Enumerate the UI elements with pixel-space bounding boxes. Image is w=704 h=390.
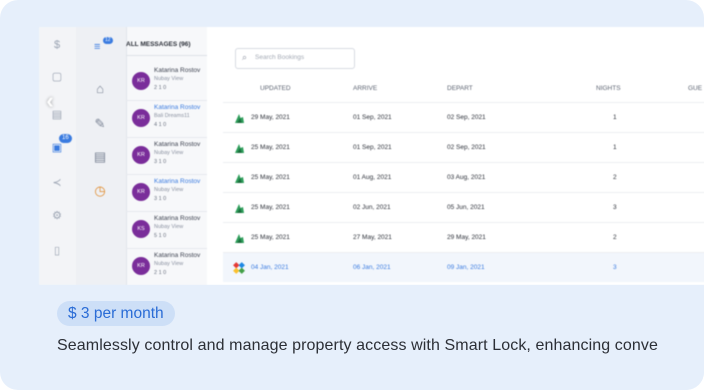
message-meta: 3 1 0 (154, 159, 167, 165)
inbox-icon[interactable]: ≡ (94, 41, 100, 53)
arrive-date: 27 May, 2021 (353, 234, 392, 241)
nights-count: 2 (613, 234, 617, 241)
message-item[interactable]: KR Katarina Rostov Nubay View 2 1 0 (126, 249, 216, 285)
channel-logo-icon (233, 262, 245, 274)
property-name: Nubay View (154, 150, 184, 156)
search-placeholder: Search Bookings (255, 54, 305, 61)
chevron-left-icon[interactable]: ‹ (39, 88, 61, 114)
edit-icon[interactable]: ✎ (92, 116, 108, 132)
channel-logo-icon (235, 144, 244, 153)
gear-icon[interactable]: ⚙ (49, 208, 65, 224)
property-name: Bali Dreams11 (154, 113, 190, 119)
bookings-table: ⌕ Search Bookings UPDATED ARRIVE DEPART … (207, 27, 704, 285)
message-meta: 2 1 0 (154, 85, 167, 91)
property-name: Nubay View (154, 187, 184, 193)
image-icon[interactable]: ▢ (49, 69, 65, 85)
arrive-date: 01 Aug, 2021 (353, 174, 392, 181)
message-meta: 4 1 0 (154, 122, 167, 128)
property-name: Nubay View (154, 224, 184, 230)
column-header-guests[interactable]: GUE (688, 85, 702, 92)
channel-logo-icon (235, 114, 244, 123)
nights-count: 1 (613, 114, 617, 121)
sender-name: Katarina Rostov (154, 67, 201, 74)
depart-date: 03 Aug, 2021 (447, 174, 486, 181)
feature-description: Seamlessly control and manage property a… (57, 337, 658, 354)
message-item[interactable]: KR Katarina Rostov Nubay View 2 1 0 (126, 64, 216, 101)
channel-logo-icon (235, 234, 244, 243)
nights-count: 2 (613, 174, 617, 181)
clock-icon[interactable]: ◷ (92, 183, 108, 199)
column-header-depart[interactable]: DEPART (447, 85, 473, 92)
sender-name: Katarina Rostov (154, 104, 201, 111)
depart-date: 02 Sep, 2021 (447, 114, 486, 121)
updated-date: 25 May, 2021 (251, 204, 290, 211)
arrive-date: 01 Sep, 2021 (353, 144, 392, 151)
filter-icon[interactable]: ⌂ (92, 81, 108, 97)
share-icon[interactable]: ≺ (49, 175, 65, 191)
message-item[interactable]: KS Katarina Rostov Nubay View 5 1 0 (126, 212, 216, 249)
sidebar-rail: $ ▢ ▤ ▣ 16 ≺ ⚙ ▯ (39, 27, 77, 285)
messages-panel: ≡ 12 ⌂ ✎ ▤ ◷ ALL MESSAGES (96) KR Katarin… (76, 27, 216, 285)
property-name: Nubay View (154, 261, 184, 267)
messages-header: ALL MESSAGES (96) (126, 41, 191, 48)
search-bookings-input[interactable]: ⌕ Search Bookings (235, 48, 355, 69)
updated-date: 29 May, 2021 (251, 114, 290, 121)
message-filter-column: ≡ 12 ⌂ ✎ ▤ ◷ (76, 27, 127, 285)
column-header-nights[interactable]: NIGHTS (596, 85, 621, 92)
document-icon[interactable]: ▯ (49, 243, 65, 259)
arrive-date: 06 Jan, 2021 (353, 264, 391, 271)
nights-count: 3 (613, 264, 617, 271)
depart-date: 29 May, 2021 (447, 234, 486, 241)
updated-date: 25 May, 2021 (251, 234, 290, 241)
table-row[interactable]: 25 May, 2021 01 Aug, 2021 03 Aug, 2021 2 (223, 162, 704, 192)
message-meta: 5 1 0 (154, 233, 167, 239)
dollar-icon[interactable]: $ (49, 37, 65, 53)
feature-card: $ ▢ ▤ ▣ 16 ≺ ⚙ ▯ ‹ ≡ 12 ⌂ ✎ ▤ ◷ ALL MESS… (0, 0, 704, 390)
message-item[interactable]: KR Katarina Rostov Bali Dreams11 4 1 0 (126, 101, 216, 138)
app-screenshot: $ ▢ ▤ ▣ 16 ≺ ⚙ ▯ ‹ ≡ 12 ⌂ ✎ ▤ ◷ ALL MESS… (39, 27, 704, 285)
inbox-badge: 12 (103, 37, 113, 44)
nights-count: 3 (613, 204, 617, 211)
message-item[interactable]: KR Katarina Rostov Nubay View 3 1 0 (126, 175, 216, 212)
column-header-arrive[interactable]: ARRIVE (353, 85, 377, 92)
arrive-date: 02 Jun, 2021 (353, 204, 391, 211)
avatar: KS (132, 220, 150, 238)
updated-date: 25 May, 2021 (251, 144, 290, 151)
chat-badge: 16 (59, 134, 72, 143)
avatar: KR (132, 257, 150, 275)
depart-date: 05 Jun, 2021 (447, 204, 485, 211)
sender-name: Katarina Rostov (154, 178, 201, 185)
channel-logo-icon (235, 204, 244, 213)
avatar: KR (132, 183, 150, 201)
price-badge: $ 3 per month (57, 301, 175, 326)
property-name: Nubay View (154, 76, 184, 82)
nights-count: 1 (613, 144, 617, 151)
column-header-updated[interactable]: UPDATED (260, 85, 291, 92)
depart-date: 02 Sep, 2021 (447, 144, 486, 151)
table-row[interactable]: 29 May, 2021 01 Sep, 2021 02 Sep, 2021 1 (223, 102, 704, 132)
note-icon[interactable]: ▤ (92, 149, 108, 165)
depart-date: 09 Jan, 2021 (447, 264, 485, 271)
sender-name: Katarina Rostov (154, 215, 201, 222)
message-meta: 2 1 0 (154, 270, 167, 276)
sender-name: Katarina Rostov (154, 141, 201, 148)
channel-logo-icon (235, 174, 244, 183)
table-row[interactable]: 25 May, 2021 27 May, 2021 29 May, 2021 2 (223, 222, 704, 252)
avatar: KR (132, 146, 150, 164)
avatar: KR (132, 109, 150, 127)
table-row[interactable]: 04 Jan, 2021 06 Jan, 2021 09 Jan, 2021 3 (223, 252, 704, 282)
search-icon: ⌕ (242, 52, 248, 62)
divider (126, 55, 216, 56)
updated-date: 25 May, 2021 (251, 174, 290, 181)
arrive-date: 01 Sep, 2021 (353, 114, 392, 121)
table-row[interactable]: 25 May, 2021 02 Jun, 2021 05 Jun, 2021 3 (223, 192, 704, 222)
updated-date: 04 Jan, 2021 (251, 264, 289, 271)
avatar: KR (132, 72, 150, 90)
message-meta: 3 1 0 (154, 196, 167, 202)
message-item[interactable]: KR Katarina Rostov Nubay View 3 1 0 (126, 138, 216, 175)
sender-name: Katarina Rostov (154, 252, 201, 259)
table-row[interactable]: 25 May, 2021 01 Sep, 2021 02 Sep, 2021 1 (223, 132, 704, 162)
